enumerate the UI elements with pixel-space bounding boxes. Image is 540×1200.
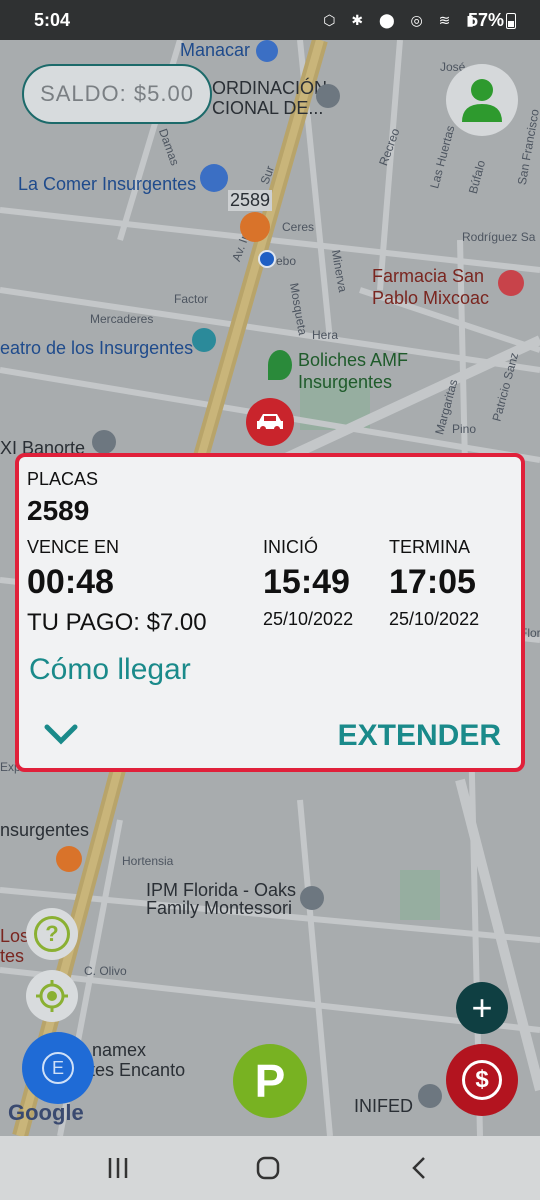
landmark-icon[interactable] <box>316 84 340 108</box>
payment-label: TU PAGO: $7.00 <box>27 609 207 636</box>
user-icon <box>462 79 502 122</box>
bank-icon[interactable] <box>92 430 116 454</box>
street-hera: Hera <box>312 328 339 342</box>
chevron-down-icon[interactable] <box>41 719 81 749</box>
vehicle-marker-icon[interactable] <box>240 212 270 242</box>
school-icon[interactable] <box>300 886 324 910</box>
start-time: 15:49 <box>263 563 350 601</box>
pharmacy-icon[interactable] <box>498 270 524 296</box>
map-label-farmacia-2: Pablo Mixcoac <box>372 288 490 308</box>
add-button[interactable]: + <box>456 982 508 1034</box>
status-time: 5:04 <box>34 10 71 30</box>
extend-button[interactable]: EXTENDER <box>338 719 501 753</box>
pay-button[interactable]: $ <box>446 1044 518 1116</box>
plates-value: 2589 <box>27 495 90 526</box>
map-label-la-comer: La Comer Insurgentes <box>18 174 197 194</box>
plates-label: PLACAS <box>27 469 99 489</box>
vehicle-marker-label: 2589 <box>228 190 273 211</box>
street-c-olivo: C. Olivo <box>84 964 127 978</box>
my-location-dot-icon <box>258 250 276 268</box>
bowling-pin-icon[interactable] <box>268 350 292 380</box>
map-label-coordinacion: ORDINACIÓN <box>212 78 328 98</box>
battery-percent: 57% <box>467 10 504 30</box>
expires-label: VENCE EN <box>27 537 120 557</box>
street-pino: Pino <box>452 422 477 436</box>
map-label-farmacia: Farmacia San <box>372 266 485 286</box>
battery-icon <box>506 13 516 29</box>
help-icon: ? <box>34 916 70 952</box>
street-hortensia: Hortensia <box>122 854 174 868</box>
street-factor: Factor <box>174 292 209 306</box>
government-icon[interactable] <box>418 1084 442 1108</box>
end-label: TERMINA <box>389 537 470 557</box>
theater-icon[interactable] <box>192 328 216 352</box>
map-label-manacar: Manacar <box>180 40 251 60</box>
restaurant-icon[interactable] <box>56 846 82 872</box>
street-ceres: Ceres <box>282 220 315 234</box>
map-label-los: Los <box>0 926 30 946</box>
parking-session-card: PLACAS 2589 VENCE EN 00:48 TU PAGO: $7.0… <box>15 453 525 772</box>
map-label-coordinacion-2: CIONAL DE... <box>212 98 324 118</box>
map-label-boliches: Boliches AMF <box>298 350 409 370</box>
street-ebo: ebo <box>276 254 297 268</box>
help-button[interactable]: ? <box>26 908 78 960</box>
google-logo: Google <box>8 1100 84 1125</box>
start-label: INICIÓ <box>263 537 319 557</box>
street-rodriguez: Rodríguez Sa <box>462 230 536 244</box>
end-time: 17:05 <box>389 563 476 601</box>
parking-p-icon: P <box>254 1055 286 1107</box>
shopping-cart-icon[interactable] <box>200 164 228 192</box>
balance-pill[interactable]: SALDO: $5.00 <box>22 64 212 124</box>
end-date: 25/10/2022 <box>389 609 480 629</box>
e-circle-icon: E <box>42 1052 74 1084</box>
e-button[interactable]: E <box>22 1032 94 1104</box>
balance-label: SALDO: $5.00 <box>40 81 194 106</box>
profile-button[interactable] <box>446 64 518 136</box>
start-date: 25/10/2022 <box>263 609 354 629</box>
parking-button[interactable]: P <box>233 1044 307 1118</box>
map-label-insurgentes: nsurgentes <box>0 820 90 840</box>
car-icon <box>257 414 283 432</box>
map-label-tes: tes <box>0 946 25 966</box>
poi-pin-icon[interactable] <box>256 40 278 62</box>
directions-link[interactable]: Cómo llegar <box>29 653 191 687</box>
expires-value: 00:48 <box>27 563 114 601</box>
plus-icon: + <box>471 987 493 1028</box>
map-label-boliches-2: Insurgentes <box>298 372 393 392</box>
recent-apps-icon[interactable] <box>104 1154 132 1182</box>
home-icon[interactable] <box>254 1154 282 1182</box>
street-mercaderes: Mercaderes <box>90 312 154 326</box>
map-label-inifed: INIFED <box>354 1096 414 1116</box>
status-bar: 5:04 ⬡ ✱ ⬤ ◎ ≋ ▮ 57% <box>0 0 540 40</box>
map-label-ipm-2: Family Montessori <box>146 898 293 918</box>
crosshair-icon <box>36 980 68 1012</box>
dollar-icon: $ <box>462 1060 502 1100</box>
back-icon[interactable] <box>406 1154 434 1182</box>
status-icons: ⬡ ✱ ⬤ ◎ ≋ ▮ <box>323 12 480 28</box>
map-label-namex: namex <box>92 1040 147 1060</box>
parked-car-marker[interactable] <box>246 398 294 446</box>
system-nav-bar <box>0 1136 540 1200</box>
locate-button[interactable] <box>26 970 78 1022</box>
map-label-teatro: eatro de los Insurgentes <box>0 338 194 358</box>
